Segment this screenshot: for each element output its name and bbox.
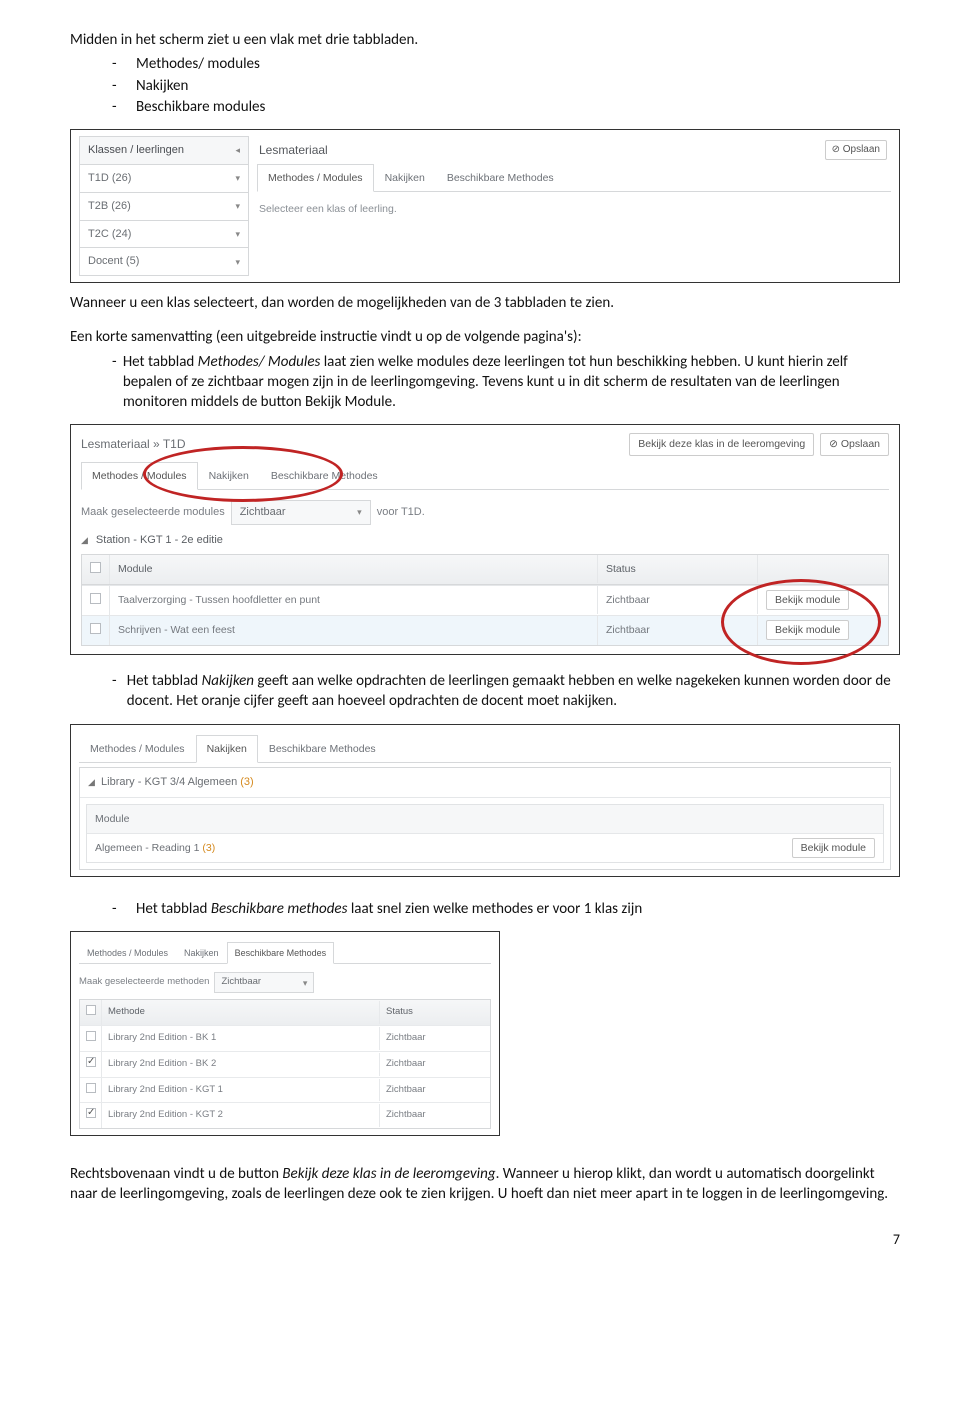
paragraph: Een korte samenvatting (een uitgebreide … <box>70 327 900 347</box>
chevron-down-icon: ▾ <box>235 200 240 212</box>
checkbox[interactable] <box>86 1083 96 1093</box>
tab-beschikbare[interactable]: Beschikbare Methodes <box>258 735 387 762</box>
sidebar-item[interactable]: T2C (24)▾ <box>79 221 249 249</box>
tab-methodes[interactable]: Methodes / Modules <box>79 735 196 762</box>
checkbox-all[interactable] <box>86 1005 96 1015</box>
sidebar-item[interactable]: Docent (5)▾ <box>79 248 249 276</box>
table-row: Algemeen - Reading 1 (3) Bekijk module <box>87 834 883 862</box>
list-item: Het tabblad Methodes/ Modules laat zien … <box>123 352 900 413</box>
nakijken-panel: ◢ Library - KGT 3/4 Algemeen (3) Module … <box>79 767 891 870</box>
checkbox[interactable] <box>86 1031 96 1041</box>
list-item: Methodes/ modules <box>136 54 260 74</box>
tab-nakijken[interactable]: Nakijken <box>176 942 227 963</box>
main-panel: Lesmateriaal ⊘ Opslaan Methodes / Module… <box>249 136 891 276</box>
paragraph: Wanneer u een klas selecteert, dan worde… <box>70 293 900 313</box>
methods-grid: Methode Status Library 2nd Edition - BK … <box>79 999 491 1129</box>
checkbox[interactable] <box>90 623 101 634</box>
screenshot-methodes-modules: Lesmateriaal » T1D Bekijk deze klas in d… <box>70 424 900 655</box>
view-module-button[interactable]: Bekijk module <box>792 838 875 858</box>
sidebar-header[interactable]: Klassen / leerlingen ◂ <box>79 136 249 165</box>
col-module: Module <box>110 555 598 583</box>
list-item: Het tabblad Nakijken geeft aan welke opd… <box>127 671 900 712</box>
module-grid: Module Status Taalverzorging - Tussen ho… <box>81 554 889 647</box>
sidebar-item[interactable]: T2B (26)▾ <box>79 193 249 221</box>
visibility-select[interactable]: Zichtbaar▾ <box>214 972 314 993</box>
intro-line: Midden in het scherm ziet u een vlak met… <box>70 30 900 50</box>
chevron-left-icon: ◂ <box>235 144 240 156</box>
tab-nakijken[interactable]: Nakijken <box>196 735 258 763</box>
tab-methodes[interactable]: Methodes / Modules <box>81 462 198 490</box>
tabs: Methodes / Modules Nakijken Beschikbare … <box>79 942 491 964</box>
module-status: Zichtbaar <box>598 586 758 614</box>
view-module-button[interactable]: Bekijk module <box>766 620 849 640</box>
list-item: Het tabblad Beschikbare methodes laat sn… <box>136 899 642 919</box>
list-item: Nakijken <box>136 76 188 96</box>
tab-beschikbare[interactable]: Beschikbare Methodes <box>227 942 335 964</box>
checkbox-all[interactable] <box>90 562 101 573</box>
table-row: Schrijven - Wat een feest Zichtbaar Beki… <box>82 615 888 645</box>
tabs: Methodes / Modules Nakijken Beschikbare … <box>257 164 891 192</box>
sidebar-item[interactable]: T1D (26)▾ <box>79 165 249 193</box>
tab-methodes[interactable]: Methodes / Modules <box>79 942 176 963</box>
tab-methodes[interactable]: Methodes / Modules <box>257 164 374 192</box>
tabs: Methodes / Modules Nakijken Beschikbare … <box>81 462 889 490</box>
visibility-select[interactable]: Zichtbaar▾ <box>231 500 371 525</box>
checkbox[interactable] <box>86 1108 96 1118</box>
bulk-action-row: Maak geselecteerde modules Zichtbaar▾ vo… <box>81 500 889 525</box>
save-button[interactable]: ⊘ Opslaan <box>820 433 889 455</box>
empty-hint: Selecteer een klas of leerling. <box>257 192 891 238</box>
group-header[interactable]: ◢ Station - KGT 1 - 2e editie <box>81 533 889 548</box>
module-name: Schrijven - Wat een feest <box>110 616 598 644</box>
tab-beschikbare[interactable]: Beschikbare Methodes <box>436 164 565 191</box>
tab-nakijken[interactable]: Nakijken <box>198 462 260 489</box>
view-module-button[interactable]: Bekijk module <box>766 590 849 610</box>
table-row: Library 2nd Edition - BK 1Zichtbaar <box>80 1025 490 1051</box>
table-row: Library 2nd Edition - BK 2Zichtbaar <box>80 1051 490 1077</box>
sidebar-header-label: Klassen / leerlingen <box>88 143 184 158</box>
col-module: Module <box>87 805 753 833</box>
list-item: Beschikbare modules <box>136 97 265 117</box>
pending-count: (3) <box>202 842 215 854</box>
chevron-down-icon: ▾ <box>235 172 240 184</box>
tab-beschikbare[interactable]: Beschikbare Methodes <box>260 462 389 489</box>
col-methode: Methode <box>102 1001 380 1024</box>
module-name: Taalverzorging - Tussen hoofdletter en p… <box>110 586 598 614</box>
tab-nakijken[interactable]: Nakijken <box>374 164 436 191</box>
bulk-action-row: Maak geselecteerde methoden Zichtbaar▾ <box>79 972 491 993</box>
screenshot-nakijken: Methodes / Modules Nakijken Beschikbare … <box>70 724 900 877</box>
col-status: Status <box>380 1001 490 1024</box>
view-class-button[interactable]: Bekijk deze klas in de leeromgeving <box>629 433 814 455</box>
collapse-icon: ◢ <box>88 777 95 787</box>
table-row: Library 2nd Edition - KGT 2Zichtbaar <box>80 1102 490 1128</box>
section-title: Lesmateriaal <box>257 136 891 160</box>
checkbox[interactable] <box>90 593 101 604</box>
col-status: Status <box>598 555 758 583</box>
pending-count: (3) <box>240 776 253 788</box>
save-button[interactable]: ⊘ Opslaan <box>825 140 887 160</box>
collapse-icon: ◢ <box>81 534 88 546</box>
screenshot-classes-tabs: Klassen / leerlingen ◂ T1D (26)▾ T2B (26… <box>70 129 900 283</box>
tabs: Methodes / Modules Nakijken Beschikbare … <box>79 735 891 763</box>
module-status: Zichtbaar <box>598 616 758 644</box>
tab-name-list: -Methodes/ modules -Nakijken -Beschikbar… <box>70 54 900 117</box>
table-row: Taalverzorging - Tussen hoofdletter en p… <box>82 585 888 615</box>
group-header[interactable]: ◢ Library - KGT 3/4 Algemeen (3) <box>80 768 890 798</box>
module-name: Algemeen - Reading 1 <box>95 842 199 854</box>
table-row: Library 2nd Edition - KGT 1Zichtbaar <box>80 1077 490 1103</box>
page-number: 7 <box>70 1231 900 1250</box>
paragraph: Rechtsbovenaan vindt u de button Bekijk … <box>70 1164 900 1205</box>
breadcrumb: Lesmateriaal » T1D Bekijk deze klas in d… <box>81 433 889 455</box>
checkbox[interactable] <box>86 1057 96 1067</box>
screenshot-beschikbare-methodes: Methodes / Modules Nakijken Beschikbare … <box>70 931 500 1136</box>
chevron-down-icon: ▾ <box>235 228 240 240</box>
chevron-down-icon: ▾ <box>235 256 240 268</box>
sidebar: Klassen / leerlingen ◂ T1D (26)▾ T2B (26… <box>79 136 249 276</box>
